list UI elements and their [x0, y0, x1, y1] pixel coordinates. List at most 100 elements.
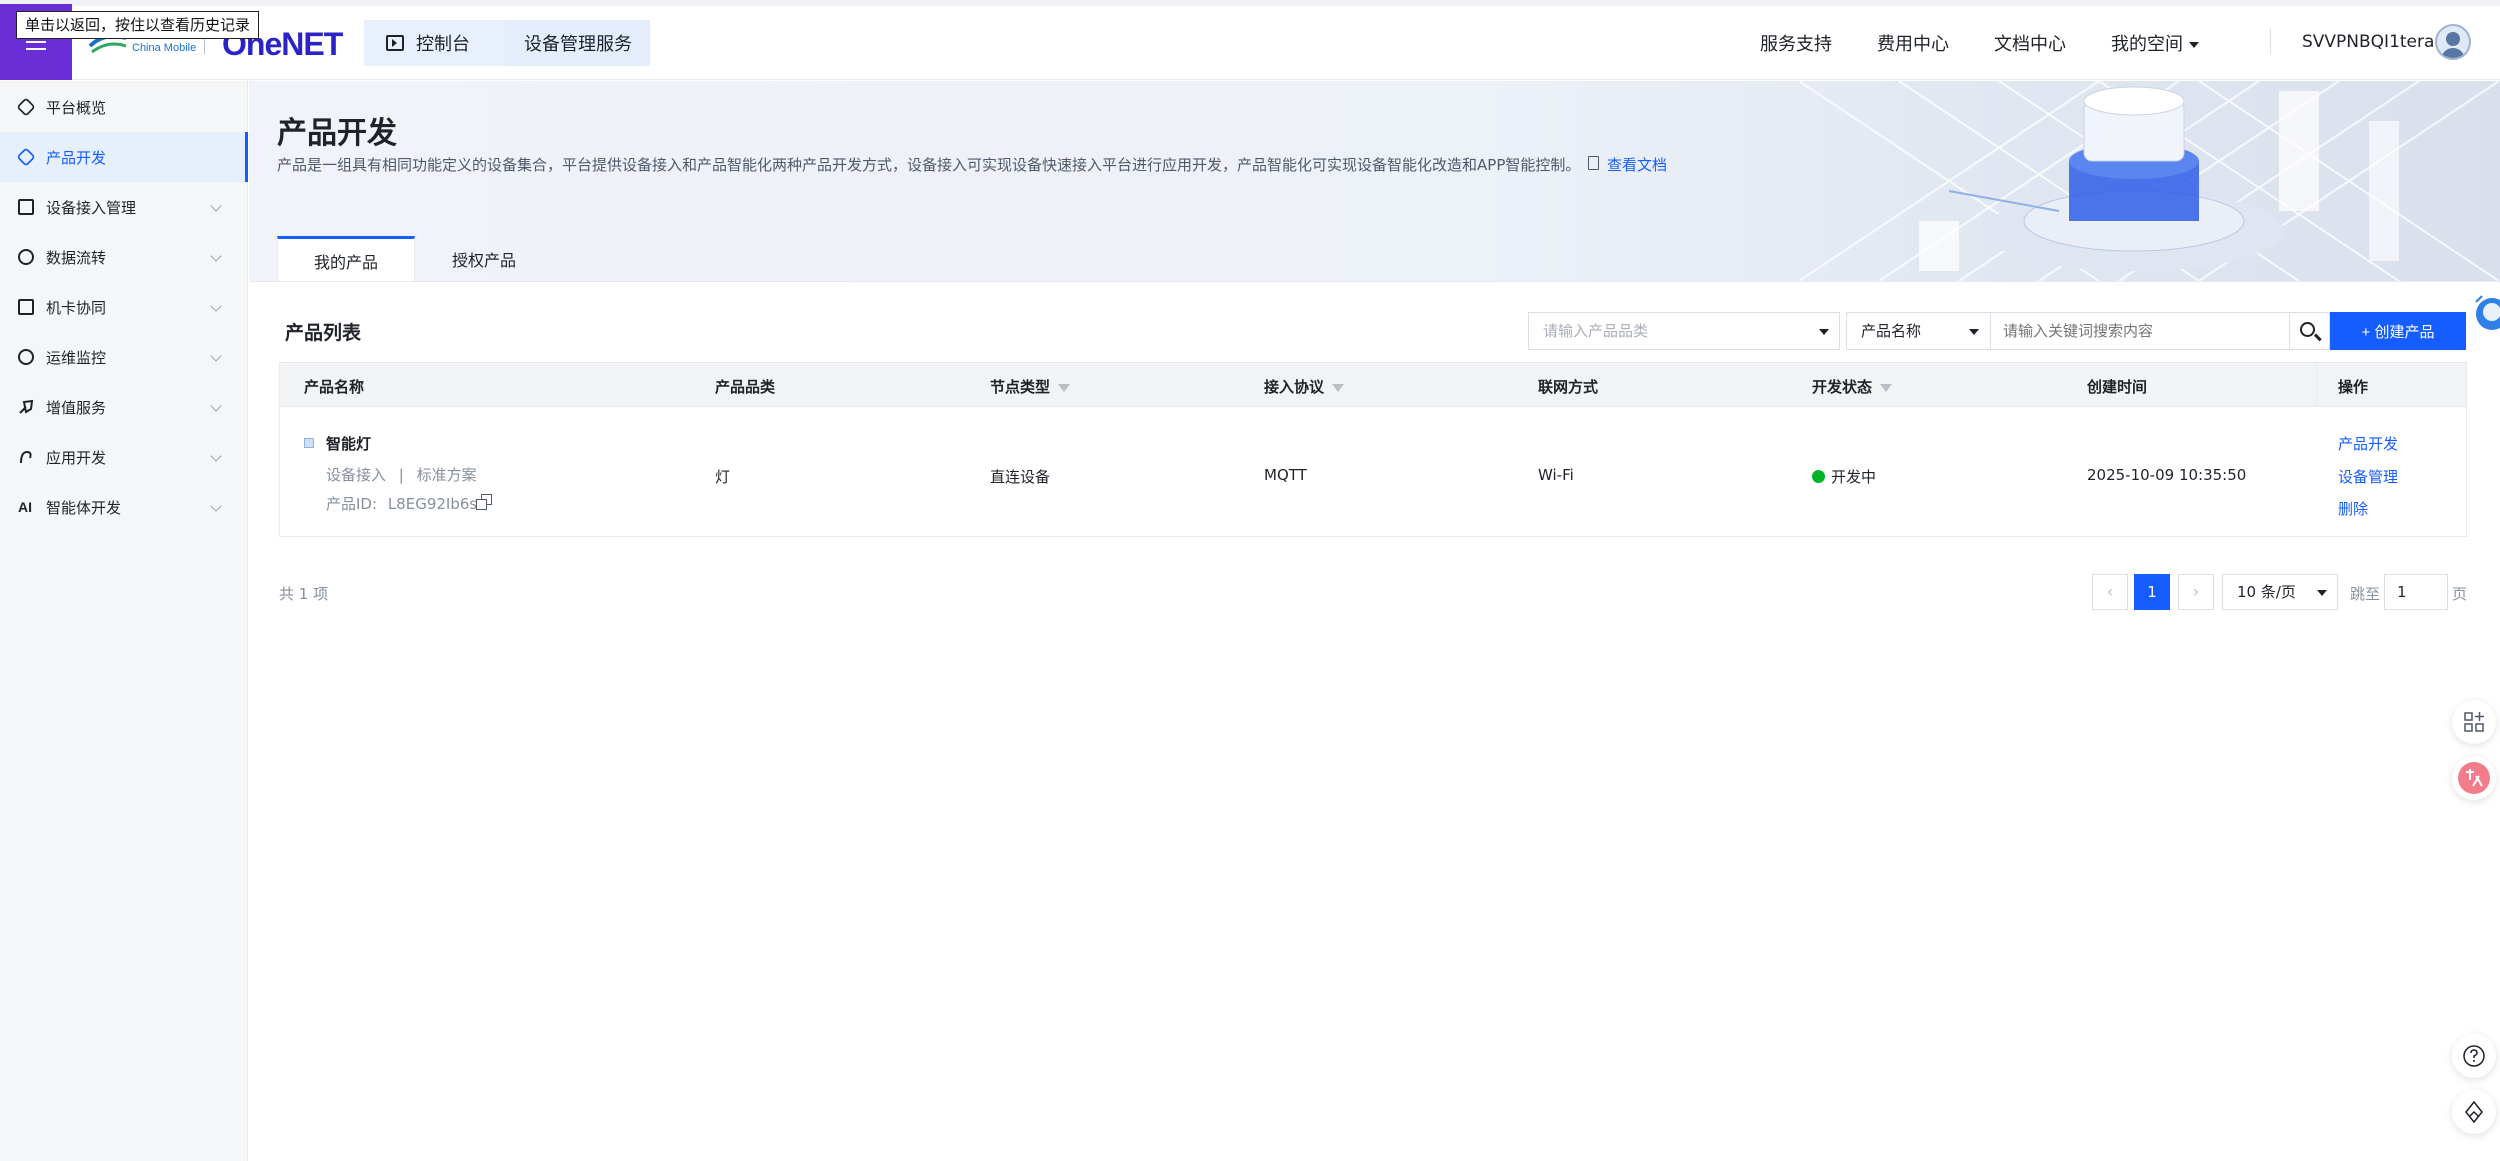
menu-icon-bar: [26, 48, 46, 50]
breadcrumb-console[interactable]: 控制台: [364, 20, 518, 66]
rocket-top-icon: [2465, 1100, 2483, 1124]
search-icon-handle: [2314, 333, 2322, 341]
action-delete-link[interactable]: 删除: [2338, 498, 2368, 519]
action-product-dev-link[interactable]: 产品开发: [2338, 433, 2398, 454]
search-field-select[interactable]: 产品名称: [1846, 312, 1990, 350]
prev-page-button[interactable]: ‹: [2092, 574, 2128, 610]
search-input[interactable]: [1990, 312, 2290, 350]
create-product-button[interactable]: + 创建产品: [2330, 312, 2466, 350]
product-table: 产品名称 产品品类 节点类型 接入协议 联网方式 开发状态 创建时间 操作 智能…: [279, 362, 2467, 537]
document-icon: [1588, 156, 1599, 170]
product-icon: [304, 438, 314, 448]
action-device-manage-link[interactable]: 设备管理: [2338, 466, 2398, 487]
sidebar-item-overview[interactable]: 平台概览: [0, 82, 248, 132]
banner-illustration: [1799, 81, 2499, 281]
col-created-time: 创建时间: [2087, 378, 2148, 396]
top-bar-edge: [0, 0, 2500, 6]
sidebar-item-ops-monitor[interactable]: 运维监控: [0, 332, 248, 382]
nav-service-support[interactable]: 服务支持: [1760, 30, 1832, 56]
flow-icon: [18, 249, 34, 265]
back-to-top-button[interactable]: [2452, 1090, 2496, 1134]
sidebar-item-label: 平台概览: [46, 98, 107, 117]
tab-my-products[interactable]: 我的产品: [277, 236, 415, 282]
sidebar-item-agent-dev[interactable]: AI 智能体开发: [0, 482, 248, 532]
copy-icon[interactable]: [476, 494, 492, 510]
sidebar-item-sim-collab[interactable]: 机卡协同: [0, 282, 248, 332]
tabs-divider: [249, 281, 2500, 282]
col-dev-status-label: 开发状态: [1812, 378, 1873, 396]
sidebar-item-label: 设备接入管理: [46, 198, 137, 217]
breadcrumb-device-management[interactable]: 设备管理服务: [504, 20, 650, 66]
col-product-name: 产品名称: [304, 378, 365, 396]
col-protocol[interactable]: 接入协议: [1264, 376, 1345, 397]
product-category: 灯: [715, 468, 731, 486]
product-list-title: 产品列表: [285, 322, 362, 344]
col-node-type[interactable]: 节点类型: [990, 376, 1071, 397]
product-created-time: 2025-10-09 10:35:50: [2087, 466, 2247, 484]
column-divider: [2316, 363, 2317, 407]
sidebar-item-label: 运维监控: [46, 348, 107, 367]
chevron-down-icon: [2189, 42, 2199, 48]
chevron-down-icon: [210, 250, 222, 262]
chevron-down-icon: [1969, 329, 1979, 335]
nav-my-space[interactable]: 我的空间: [2111, 30, 2199, 56]
chevron-down-icon: [2317, 590, 2327, 596]
filter-icon[interactable]: [1332, 383, 1345, 392]
ai-icon: AI: [18, 499, 32, 515]
col-dev-status[interactable]: 开发状态: [1812, 376, 1893, 397]
page-1-button[interactable]: 1: [2134, 574, 2170, 610]
nav-doc-center[interactable]: 文档中心: [1994, 30, 2066, 56]
question-icon: [2463, 1045, 2485, 1067]
sidebar-item-value-added[interactable]: 增值服务: [0, 382, 248, 432]
translate-icon: [2458, 762, 2490, 794]
col-category: 产品品类: [715, 378, 776, 396]
sim-icon: [18, 299, 34, 315]
product-id-value: L8EG92Ib6s: [387, 495, 478, 513]
product-id-label: 产品ID:: [326, 495, 378, 513]
jump-page-input[interactable]: [2384, 574, 2448, 610]
sidebar-item-device-access[interactable]: 设备接入管理: [0, 182, 248, 232]
help-button[interactable]: [2452, 1034, 2496, 1078]
page-size-select[interactable]: 10 条/页: [2222, 574, 2338, 610]
product-network: Wi-Fi: [1538, 466, 1574, 484]
translate-button[interactable]: [2452, 756, 2496, 800]
sidebar-item-app-dev[interactable]: 应用开发: [0, 432, 248, 482]
view-docs-link[interactable]: 查看文档: [1607, 154, 1667, 175]
product-node-type: 直连设备: [990, 468, 1051, 486]
menu-icon-bar: [26, 41, 46, 43]
breadcrumb-console-label: 控制台: [416, 34, 470, 55]
nav-billing-center[interactable]: 费用中心: [1877, 30, 1949, 56]
page-banner: [249, 81, 2500, 281]
china-mobile-text: China Mobile: [132, 42, 197, 54]
product-info-divider: |: [398, 466, 404, 484]
chevron-down-icon: [210, 200, 222, 212]
username[interactable]: SVVPNBQI1tera: [2302, 32, 2434, 52]
sidebar-item-data-flow[interactable]: 数据流转: [0, 232, 248, 282]
status-label: 开发中: [1831, 468, 1877, 486]
status-dot-icon: [1812, 470, 1825, 483]
tab-authorized-products[interactable]: 授权产品: [415, 236, 553, 282]
assistant-mascot[interactable]: [2468, 290, 2500, 342]
sidebar-item-label: 机卡协同: [46, 298, 107, 317]
product-access-info: 设备接入 | 标准方案: [326, 464, 477, 485]
category-select[interactable]: 请输入产品品类: [1528, 312, 1840, 350]
next-page-button[interactable]: ›: [2178, 574, 2214, 610]
grid-tools-button[interactable]: [2452, 700, 2496, 744]
top-bar: China Mobile OneNET 控制台 设备管理服务 服务支持 费用中心…: [0, 0, 2500, 80]
product-name[interactable]: 智能灯: [326, 433, 371, 454]
filter-icon[interactable]: [1880, 383, 1893, 392]
device-icon: [18, 199, 34, 215]
sidebar: 平台概览 产品开发 设备接入管理 数据流转 机卡协同 运维监控 增值服务 应用开…: [0, 81, 248, 1161]
status-badge: 开发中: [1812, 466, 1876, 487]
monitor-icon: [18, 349, 34, 365]
product-scheme: 标准方案: [416, 466, 477, 484]
nav-my-space-label: 我的空间: [2111, 34, 2183, 55]
product-id: 产品ID: L8EG92Ib6s: [326, 493, 477, 514]
col-network: 联网方式: [1538, 378, 1599, 396]
search-button[interactable]: [2290, 312, 2330, 350]
avatar[interactable]: [2435, 24, 2471, 60]
sidebar-item-product-dev[interactable]: 产品开发: [0, 132, 248, 182]
console-icon: [386, 35, 404, 51]
filter-icon[interactable]: [1058, 383, 1071, 392]
page-description: 产品是一组具有相同功能定义的设备集合，平台提供设备接入和产品智能化两种产品开发方…: [277, 156, 1581, 174]
